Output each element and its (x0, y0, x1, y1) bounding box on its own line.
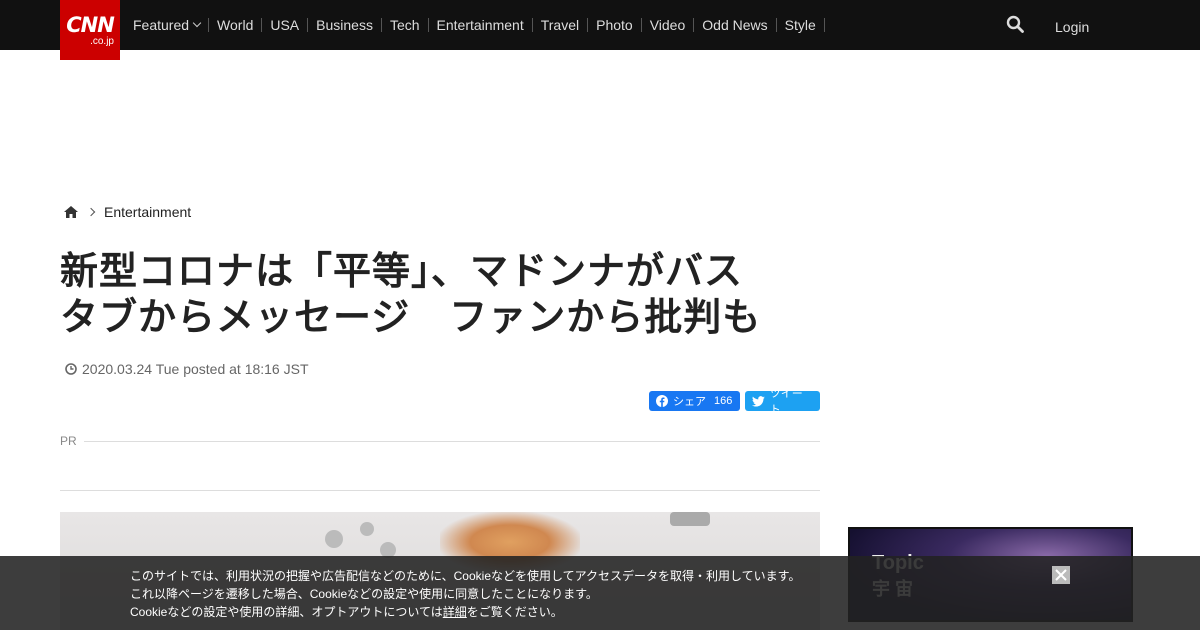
nav-label: Odd News (702, 17, 768, 33)
login-link[interactable]: Login (1055, 19, 1089, 35)
search-icon[interactable] (1006, 15, 1024, 33)
chevron-down-icon (192, 18, 202, 28)
nav-video[interactable]: Video (642, 18, 695, 32)
nav-label: Video (649, 17, 686, 33)
facebook-share-count: 166 (714, 395, 733, 407)
cookie-line-2: これ以降ページを遷移した場合、Cookieなどの設定や使用に同意したことになりま… (130, 587, 598, 601)
nav-style[interactable]: Style (777, 18, 825, 32)
cookie-line-3: Cookieなどの設定や使用の詳細、オプトアウトについては詳細をご覧ください。 (130, 603, 800, 621)
nav-tech[interactable]: Tech (382, 18, 429, 32)
nav-label: Featured (133, 17, 190, 33)
logo-sub: .co.jp (90, 36, 114, 47)
cookie-line-3-post: をご覧ください。 (466, 605, 563, 619)
cookie-line-3-pre: Cookieなどの設定や使用の詳細、オプトアウトについては (130, 605, 443, 619)
nav-usa[interactable]: USA (262, 17, 309, 33)
cookie-text: このサイトでは、利用状況の把握や広告配信などのために、Cookieなどを使用して… (130, 567, 800, 621)
nav-featured[interactable]: Featured (126, 17, 210, 33)
facebook-share-button[interactable]: シェア 166 (649, 391, 740, 411)
cookie-details-link[interactable]: 詳細 (443, 605, 467, 619)
cookie-line-1: このサイトでは、利用状況の把握や広告配信などのために、Cookieなどを使用して… (130, 569, 801, 583)
pr-divider (84, 441, 820, 442)
cnn-logo[interactable]: CNN .co.jp (60, 0, 120, 60)
image-bubble (325, 530, 343, 548)
twitter-share-button[interactable]: ツイート (745, 388, 820, 416)
nav-travel[interactable]: Travel (533, 17, 589, 33)
nav-label: Business (316, 17, 373, 33)
nav-entertainment[interactable]: Entertainment (429, 18, 533, 32)
image-bubble (360, 522, 374, 536)
breadcrumb-category[interactable]: Entertainment (104, 204, 191, 220)
image-faucet (670, 512, 710, 526)
nav-business[interactable]: Business (308, 18, 382, 32)
nav-odd-news[interactable]: Odd News (694, 17, 777, 33)
title-line-2: タブからメッセージ ファンから批判も (60, 295, 762, 339)
logo-main: CNN (66, 13, 115, 37)
nav-photo[interactable]: Photo (588, 18, 642, 32)
nav-world[interactable]: World (209, 17, 263, 33)
chevron-right-icon (86, 207, 96, 217)
title-line-1: 新型コロナは「平等」、マドンナがバス (60, 249, 744, 293)
close-icon (1055, 569, 1067, 581)
cookie-close-button[interactable] (1052, 566, 1070, 584)
nav-label: Tech (389, 17, 420, 33)
twitter-bird-icon (752, 395, 765, 407)
facebook-share-label: シェア (673, 396, 706, 408)
breadcrumb: Entertainment (64, 204, 191, 220)
date-text: 2020.03.24 Tue posted at 18:16 JST (82, 361, 309, 377)
nav-label: Entertainment (436, 17, 524, 33)
cookie-consent-banner: このサイトでは、利用状況の把握や広告配信などのために、Cookieなどを使用して… (0, 556, 1200, 630)
twitter-share-label: ツイート (769, 388, 803, 416)
main-nav: Featured World USA Business Tech Enterta… (126, 0, 825, 50)
nav-label: USA (270, 17, 300, 33)
top-navigation-bar: CNN .co.jp Featured World USA Business T… (0, 0, 1200, 60)
facebook-icon (656, 395, 668, 407)
section-divider (60, 490, 820, 491)
nav-label: Travel (540, 17, 580, 33)
pr-label: PR (60, 434, 77, 448)
nav-label: World (217, 17, 254, 33)
nav-label: Photo (596, 17, 633, 33)
home-icon[interactable] (64, 206, 78, 218)
article-date: 2020.03.24 Tue posted at 18:16 JST (65, 361, 309, 377)
clock-icon (65, 363, 77, 375)
nav-label: Style (784, 17, 816, 33)
article-title: 新型コロナは「平等」、マドンナがバス タブからメッセージ ファンから批判も (60, 248, 820, 340)
